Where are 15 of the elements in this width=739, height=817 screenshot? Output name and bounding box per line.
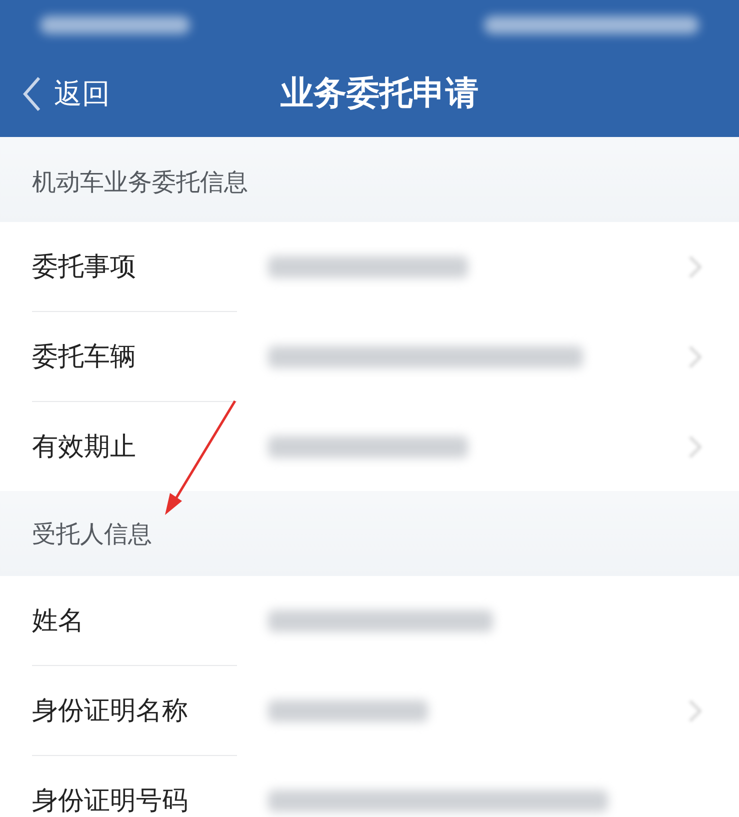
field-label: 委托车辆 bbox=[32, 341, 137, 374]
section-header: 受托人信息 bbox=[0, 491, 739, 576]
section-header: 机动车业务委托信息 bbox=[0, 137, 739, 222]
field-label: 身份证明名称 bbox=[32, 695, 189, 728]
chevron-right-icon bbox=[687, 344, 703, 370]
chevron-right-icon bbox=[687, 434, 703, 460]
chevron-right-icon bbox=[687, 698, 703, 724]
back-button[interactable]: 返回 bbox=[20, 70, 112, 116]
chevron-left-icon bbox=[22, 76, 42, 112]
chevron-right-icon bbox=[687, 254, 703, 280]
field-label: 身份证明号码 bbox=[32, 785, 189, 817]
field-label: 有效期止 bbox=[32, 431, 137, 464]
page-title: 业务委托申请 bbox=[280, 72, 478, 114]
field-label: 委托事项 bbox=[32, 251, 137, 284]
field-label: 姓名 bbox=[32, 605, 85, 638]
